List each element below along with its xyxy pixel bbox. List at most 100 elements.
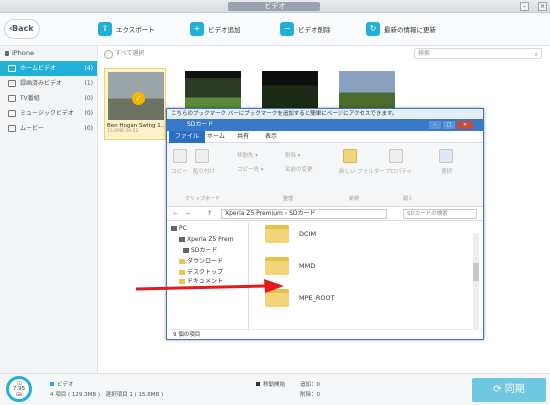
nav-item-device[interactable]: Xperia Z5 Prem	[167, 234, 248, 245]
explorer-title: SDカード	[187, 121, 214, 128]
minimize-button[interactable]: –	[520, 2, 529, 11]
tab-home[interactable]: ホーム	[201, 131, 231, 143]
delete-video-icon: −	[280, 22, 294, 36]
storage-unit: GB	[16, 392, 22, 397]
folder-icon	[265, 257, 289, 275]
video-preview: ✓	[108, 72, 164, 120]
item-count-status: 9 個の項目	[167, 329, 483, 339]
new-folder-label: 新しい フォルダー	[339, 169, 385, 175]
sidebar-item-label: ムービー	[20, 125, 45, 132]
sidebar-item-label: 録画済みビデオ	[20, 80, 63, 87]
nav-label: PC	[179, 225, 187, 232]
checkmark-icon: ✓	[132, 92, 145, 105]
tv-icon	[8, 95, 16, 102]
sidebar-item-music-video[interactable]: ミュージックビデオ (0)	[0, 106, 97, 121]
video-summary-label: ビデオ	[57, 382, 74, 388]
explorer-search-input[interactable]: SDカードの検索	[403, 209, 477, 219]
sync-button[interactable]: ⟳ 同期	[472, 378, 546, 402]
music-video-icon	[8, 110, 16, 117]
refresh-icon: ↻	[366, 22, 380, 36]
maximize-icon[interactable]: □	[443, 121, 455, 129]
title-bar: ビデオ – ×	[0, 0, 550, 13]
video-thumbnail[interactable]: ✓ Ben Hogan Swing 1... 15.6MB 00:52	[104, 68, 166, 140]
select-label: 選択	[441, 169, 453, 175]
add-video-icon: +	[190, 22, 204, 36]
added-detail: 追加：0	[300, 382, 320, 388]
sync-icon: ⟳	[493, 384, 505, 395]
app-window: ビデオ – × ‹ Back ⇪ エクスポート + ビデオ追加 − ビデオ削除 …	[0, 0, 550, 405]
clipboard-group-label: クリップボード	[185, 196, 221, 202]
sync-pending-label: 移動開始	[263, 382, 286, 388]
delete-video-button[interactable]: − ビデオ削除	[280, 20, 331, 40]
nav-label: Xperia Z5 Prem	[187, 236, 234, 243]
search-input[interactable]: 検索 ⌕	[414, 48, 542, 59]
search-placeholder: 検索	[418, 50, 431, 57]
scrollbar[interactable]	[473, 233, 479, 329]
tab-view[interactable]: 表示	[259, 131, 283, 143]
close-icon[interactable]: ×	[457, 121, 473, 129]
delete-button[interactable]: 削除 ▾	[285, 151, 301, 159]
bookmark-bar: こちらのブックマーク バーにブックマークを追加すると簡単にページにアクセスできま…	[167, 109, 483, 119]
refresh-button[interactable]: ↻ 最新の情報に更新	[366, 20, 436, 40]
export-icon: ⇪	[98, 22, 112, 36]
sidebar-item-home-video[interactable]: ホームビデオ (4)	[0, 61, 97, 76]
back-arrow-icon[interactable]: ←	[173, 207, 178, 221]
organize-group-label: 整理	[283, 196, 294, 202]
device-header: iPhone	[0, 46, 97, 61]
select-icon[interactable]	[439, 149, 453, 163]
ribbon-tabs: ファイル ホーム 共有 表示	[167, 131, 483, 143]
camera-icon	[8, 80, 16, 87]
tab-share[interactable]: 共有	[231, 131, 255, 143]
sidebar-item-count: (1)	[84, 80, 94, 87]
folder-item[interactable]: DCIM	[265, 223, 316, 245]
movie-icon	[8, 125, 16, 132]
forward-arrow-icon[interactable]: →	[185, 207, 190, 221]
up-arrow-icon[interactable]: ↑	[207, 207, 212, 221]
window-title: ビデオ	[264, 2, 286, 10]
back-button[interactable]: ‹ Back	[4, 19, 40, 39]
open-group-label: 開く	[403, 196, 414, 202]
nav-item-desktop[interactable]: デスクトップ	[167, 267, 248, 278]
sync-pending: 移動開始	[256, 380, 285, 388]
address-input[interactable]: Xperia Z5 Premium › SDカード	[221, 209, 387, 219]
folder-name: MMD	[299, 262, 316, 270]
copy-icon[interactable]	[173, 149, 187, 163]
select-all-checkbox[interactable]: すべて選択	[104, 48, 144, 59]
address-bar: ← → ↑ Xperia Z5 Premium › SDカード SDカードの検索	[167, 207, 483, 221]
minimize-icon[interactable]: –	[429, 121, 441, 129]
sidebar-item-label: ミュージックビデオ	[20, 110, 74, 117]
sdcard-icon	[183, 248, 189, 253]
new-folder-icon[interactable]	[343, 149, 357, 163]
nav-item-downloads[interactable]: ダウンロード	[167, 256, 248, 267]
sidebar-item-count: (4)	[84, 65, 94, 72]
bottom-bar: SD 7.95 GB ビデオ 4 項目 ( 129.3MB ) 選択項目 1 (…	[0, 373, 550, 405]
selected-detail-text: 選択項目 1 ( 15.6MB )	[105, 392, 164, 398]
sidebar-item-movie[interactable]: ムービー (0)	[0, 121, 97, 136]
folder-item[interactable]: MMD	[265, 255, 315, 277]
sidebar-item-recorded[interactable]: 録画済みビデオ (1)	[0, 76, 97, 91]
nav-item-sdcard[interactable]: SDカード	[167, 245, 248, 256]
navigation-pane: PC Xperia Z5 Prem SDカード ダウンロード デスクトップ ドキ…	[167, 223, 249, 331]
copy-to-button[interactable]: コピー先 ▾	[237, 165, 264, 173]
sidebar: iPhone ホームビデオ (4) 録画済みビデオ (1) TV番組 (0) ミ…	[0, 46, 98, 373]
folder-icon	[179, 270, 185, 275]
export-button[interactable]: ⇪ エクスポート	[98, 20, 155, 40]
back-label: Back	[12, 24, 34, 33]
close-button[interactable]: ×	[538, 2, 547, 11]
explorer-title-bar: SDカード – □ ×	[167, 119, 483, 131]
sidebar-item-count: (0)	[84, 125, 94, 132]
add-video-button[interactable]: + ビデオ追加	[190, 20, 241, 40]
sidebar-item-label: TV番組	[20, 95, 40, 102]
scrollbar-thumb[interactable]	[473, 263, 479, 281]
rename-button[interactable]: 名前の変更	[285, 165, 313, 173]
move-to-button[interactable]: 移動先 ▾	[237, 151, 258, 159]
tab-file[interactable]: ファイル	[169, 131, 206, 143]
paste-icon[interactable]	[195, 149, 209, 163]
sidebar-item-count: (0)	[84, 110, 94, 117]
folder-name: MPE_ROOT	[299, 294, 335, 302]
nav-item-pc[interactable]: PC	[167, 223, 248, 234]
nav-label: ダウンロード	[187, 258, 224, 265]
pending-dot-icon	[256, 382, 260, 386]
sidebar-item-tv[interactable]: TV番組 (0)	[0, 91, 97, 106]
properties-icon[interactable]	[389, 149, 403, 163]
